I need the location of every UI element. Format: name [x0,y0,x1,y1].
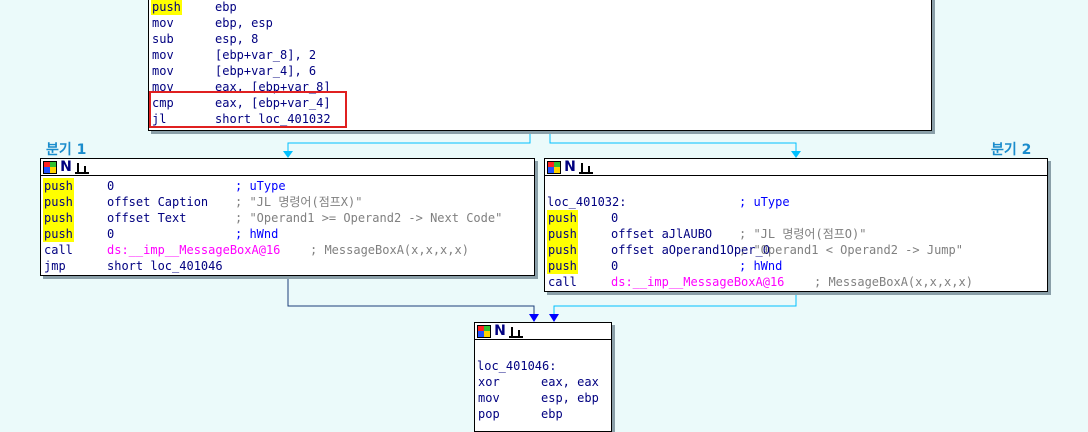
edge-top-to-left [287,131,531,152]
asm-line[interactable]: push offset Text ; "Operand1 >= Operand2 -… [43,210,532,226]
mnemonic: xor [478,375,500,389]
mnemonic: call [548,275,577,289]
comment: ; "Operand1 >= Operand2 -> Next Code" [235,211,503,225]
asm-line[interactable]: push 0 ; uType [43,178,532,194]
mnemonic: jmp [44,259,66,273]
asm-line[interactable]: push offset aOperand1Oper_0; "Operand1 < … [547,242,1045,258]
comment: ; hWnd [739,259,783,273]
name-n-icon[interactable]: N [563,160,577,174]
operands: ds:__imp__MessageBoxA@16 [611,275,785,289]
block-header: N [545,159,1047,176]
operands: ebp, esp [215,16,273,30]
operands: short loc_401046 [107,259,223,273]
branch-1-label: 분기 1 [46,142,87,158]
asm-line[interactable]: push ebp [151,0,929,15]
mnemonic: mov [152,16,174,30]
edge-left-to-bottom-arrow [529,314,539,322]
graph-color-icon[interactable] [477,324,491,338]
mnemonic: mov [478,391,500,405]
operands: 0 [611,211,619,225]
comment: ; "JL 명령어(점프X)" [235,195,363,209]
mnemonic: push [151,0,182,15]
operands: 0 [611,259,619,273]
operands: offset aJlAUBO [611,227,713,241]
name-n-icon[interactable]: N [493,324,507,338]
comment: ; "Operand1 < Operand2 -> Jump" [739,243,963,257]
asm-line[interactable]: push offset Caption ; "JL 명령어(점프X)" [43,194,532,210]
block-header: N [41,159,534,176]
mnemonic: sub [152,32,174,46]
asm-line[interactable]: mov [ebp+var_8], 2 [151,47,929,63]
asm-line[interactable]: xor eax, eax [477,374,609,390]
operands: esp, ebp [541,391,599,405]
mnemonic: mov [152,48,174,62]
operands: eax, eax [541,375,599,389]
operands: ebp [215,0,237,14]
asm-line[interactable]: push 0 ; hWnd [547,258,1045,274]
mnemonic: push [547,258,578,274]
edge-top-to-right [549,131,797,152]
comment: ; hWnd [235,227,279,241]
asm-line [477,342,609,358]
asm-line[interactable]: mov [ebp+var_4], 6 [151,63,929,79]
mnemonic: call [44,243,73,257]
graph-color-icon[interactable] [43,160,57,174]
comment: ; uType [739,195,790,209]
asm-line [547,178,1045,194]
edge-right-to-bottom [553,292,797,316]
asm-line[interactable]: loc_401046: [477,358,609,374]
bottom-basic-block[interactable]: N loc_401046: xor eax, eax mov esp, ebp po… [474,322,612,432]
mnemonic: push [43,194,74,210]
right-basic-block[interactable]: N loc_401032: ; uType push 0 push offset aJ… [544,158,1048,292]
mnemonic: push [547,242,578,258]
asm-line[interactable]: push 0 [547,210,1045,226]
comment: ; MessageBoxA(x,x,x,x) [310,243,469,257]
edge-left-to-bottom [287,276,535,316]
left-basic-block[interactable]: N push 0 ; uType push offset Caption ; "JL 명… [40,158,535,276]
asm-line[interactable]: loc_401032: ; uType [547,194,1045,210]
mnemonic: push [43,210,74,226]
operands: [ebp+var_4], 6 [215,64,317,78]
operands: offset Text [107,211,187,225]
xref-bars-icon[interactable] [75,161,89,174]
operands: offset Caption [107,195,209,209]
xref-bars-icon[interactable] [509,325,523,338]
asm-line[interactable]: mov esp, ebp [477,390,609,406]
block-label: loc_401046: [477,359,557,373]
asm-line[interactable]: call ds:__imp__MessageBoxA@16 ; MessageBox… [547,274,1045,290]
asm-line[interactable]: push 0 ; hWnd [43,226,532,242]
graph-color-icon[interactable] [547,160,561,174]
operands: [ebp+var_8], 2 [215,48,317,62]
comment: ; MessageBoxA(x,x,x,x) [814,275,973,289]
comment: ; uType [235,179,286,193]
mnemonic: push [547,210,578,226]
operands: 0 [107,179,115,193]
asm-line[interactable]: call ds:__imp__MessageBoxA@16 ; MessageBox… [43,242,532,258]
edge-top-to-right-arrow [791,151,801,158]
mnemonic: mov [152,64,174,78]
block-header: N [475,323,611,340]
operands: 0 [107,227,115,241]
xref-bars-icon[interactable] [579,161,593,174]
operands: esp, 8 [215,32,259,46]
branch-2-label: 분기 2 [991,142,1032,158]
edge-right-to-bottom-arrow [549,314,559,322]
name-n-icon[interactable]: N [59,160,73,174]
asm-line[interactable]: sub esp, 8 [151,31,929,47]
operands: ds:__imp__MessageBoxA@16 [107,243,281,257]
highlight-box-cmp-jl [149,91,347,128]
asm-line[interactable]: push offset aJlAUBO ; "JL 명령어(점프O)" [547,226,1045,242]
mnemonic: push [43,226,74,242]
block-label: loc_401032: [547,195,627,209]
edge-top-to-left-arrow [283,151,293,158]
comment: ; "JL 명령어(점프O)" [739,227,867,241]
mnemonic: push [43,178,74,194]
asm-line[interactable]: mov ebp, esp [151,15,929,31]
mnemonic: push [547,226,578,242]
asm-line[interactable]: jmp short loc_401046 [43,258,532,274]
